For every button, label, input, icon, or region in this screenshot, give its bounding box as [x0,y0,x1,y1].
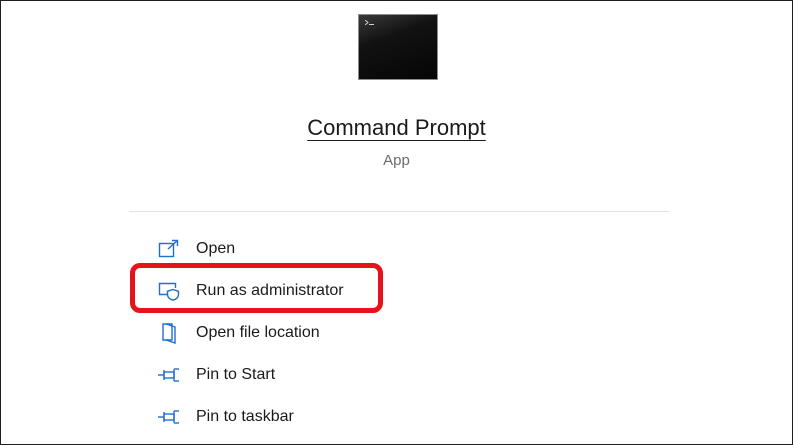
menu-item-open-file-location[interactable]: Open file location [152,316,532,350]
app-type-label: App [383,152,410,169]
menu-item-label: Open [196,240,236,257]
open-icon [157,237,181,261]
menu-item-label: Pin to Start [196,366,276,383]
folder-icon [157,321,181,345]
menu-item-label: Run as administrator [196,282,344,299]
app-title-text[interactable]: Command Prompt [307,115,486,140]
pin-icon [157,405,181,429]
divider [129,211,670,212]
menu-item-open[interactable]: Open [152,232,532,266]
app-title[interactable]: Command Prompt [0,114,793,142]
menu-item-run-as-administrator[interactable]: Run as administrator [152,274,532,308]
menu-item-label: Open file location [196,324,320,341]
shield-admin-icon [157,279,181,303]
command-prompt-icon [358,14,438,80]
pin-icon [157,363,181,387]
menu-item-label: Pin to taskbar [196,408,294,425]
menu-item-pin-to-start[interactable]: Pin to Start [152,358,532,392]
prompt-glyph [365,20,374,25]
menu-item-pin-to-taskbar[interactable]: Pin to taskbar [152,400,532,434]
